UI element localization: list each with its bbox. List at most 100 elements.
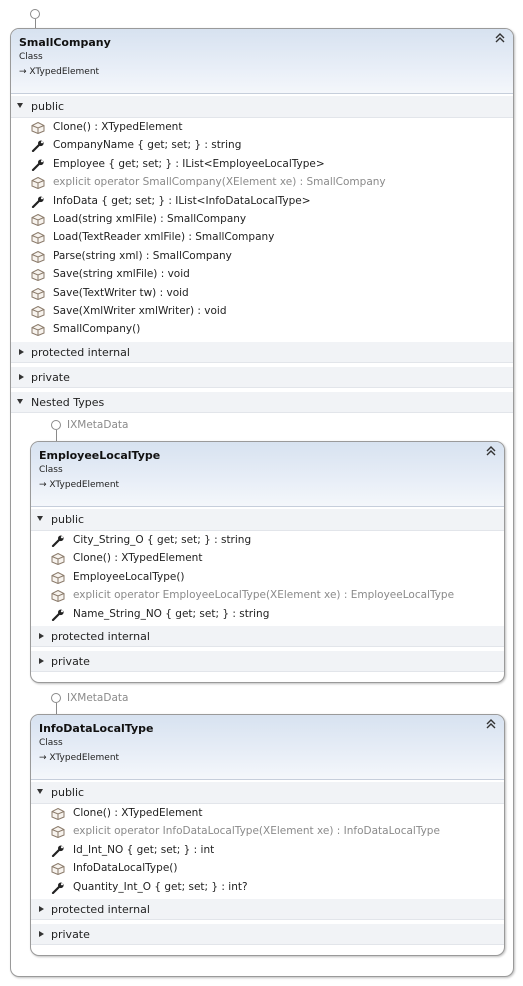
class-shape-employeelocaltype[interactable]: EmployeeLocalType Class → XTypedElement … (30, 441, 505, 683)
class-title: SmallCompany (19, 36, 111, 49)
collapse-icon[interactable] (495, 33, 505, 45)
member-row[interactable]: InfoData { get; set; } : IList<InfoDataL… (11, 193, 513, 211)
collapsed-triangle-icon[interactable] (19, 349, 24, 355)
section-label: protected internal (31, 346, 130, 359)
member-label: Load(TextReader xmlFile) : SmallCompany (53, 231, 275, 244)
class-title: EmployeeLocalType (39, 449, 161, 462)
member-label: Clone() : XTypedElement (73, 807, 203, 819)
section-label: protected internal (51, 903, 150, 916)
section-private[interactable]: private (31, 650, 504, 672)
section-protected-internal[interactable]: protected internal (31, 625, 504, 647)
property-icon (31, 140, 45, 153)
member-row[interactable]: explicit operator EmployeeLocalType(XEle… (31, 587, 504, 605)
class-header[interactable]: EmployeeLocalType Class → XTypedElement (31, 442, 504, 507)
section-private[interactable]: private (31, 923, 504, 945)
method-icon (51, 571, 65, 584)
member-label: CompanyName { get; set; } : string (53, 139, 242, 152)
property-icon (51, 882, 65, 894)
member-row[interactable]: Employee { get; set; } : IList<EmployeeL… (11, 156, 513, 174)
member-label: EmployeeLocalType() (73, 570, 185, 583)
section-label: public (31, 100, 65, 113)
section-protected-internal[interactable]: protected internal (11, 341, 513, 363)
member-row[interactable]: Save(TextWriter tw) : void (11, 285, 513, 303)
member-label: Id_Int_NO { get; set; } : int (73, 843, 215, 856)
class-shape-smallcompany[interactable]: SmallCompany Class → XTypedElement publi… (10, 28, 514, 977)
method-icon (51, 826, 65, 839)
member-row[interactable]: Save(XmlWriter xmlWriter) : void (11, 303, 513, 321)
member-row[interactable]: EmployeeLocalType() (31, 569, 504, 587)
member-row[interactable]: SmallCompany() (11, 321, 513, 339)
section-private[interactable]: private (11, 366, 513, 388)
class-header[interactable]: InfoDataLocalType Class → XTypedElement (31, 715, 504, 780)
member-row[interactable]: Load(string xmlFile) : SmallCompany (11, 211, 513, 229)
base-type: XTypedElement (49, 753, 120, 763)
expanded-triangle-icon[interactable] (17, 103, 23, 108)
member-row[interactable]: Save(string xmlFile) : void (11, 266, 513, 284)
member-row[interactable]: City_String_O { get; set; } : string (31, 532, 504, 550)
member-list: Clone() : XTypedElement explicit operator… (31, 804, 504, 898)
collapsed-triangle-icon[interactable] (39, 906, 44, 912)
interface-circle-icon (51, 693, 61, 703)
expanded-triangle-icon[interactable] (37, 516, 43, 521)
section-nested-types[interactable]: Nested Types (11, 391, 513, 413)
method-icon (31, 213, 45, 226)
member-label: Save(TextWriter tw) : void (53, 286, 189, 299)
property-icon (31, 159, 45, 171)
member-row[interactable]: explicit operator SmallCompany(XElement … (11, 174, 513, 192)
property-icon (51, 535, 65, 548)
property-icon (51, 845, 65, 857)
method-icon (31, 121, 45, 135)
expanded-triangle-icon[interactable] (17, 399, 23, 404)
class-title: InfoDataLocalType (39, 722, 154, 735)
section-public[interactable]: public (31, 509, 504, 531)
base-type: XTypedElement (49, 480, 120, 490)
property-icon (51, 609, 65, 621)
section-protected-internal[interactable]: protected internal (31, 898, 504, 920)
collapsed-triangle-icon[interactable] (39, 931, 44, 937)
section-label: private (51, 928, 90, 941)
member-row[interactable]: Load(TextReader xmlFile) : SmallCompany (11, 229, 513, 247)
nested-types-area: IXMetaData EmployeeLocalType Class → XTy… (11, 413, 513, 976)
member-row[interactable]: Clone() : XTypedElement (11, 119, 513, 137)
class-base: → XTypedElement (39, 753, 119, 763)
collapse-icon[interactable] (486, 719, 496, 731)
member-label: explicit operator EmployeeLocalType(XEle… (73, 589, 455, 602)
collapsed-triangle-icon[interactable] (39, 633, 44, 639)
class-shape-infodatalocaltype[interactable]: InfoDataLocalType Class → XTypedElement … (30, 714, 505, 956)
member-label: Employee { get; set; } : IList<EmployeeL… (53, 157, 325, 170)
member-row[interactable]: InfoDataLocalType() (31, 860, 504, 878)
member-row[interactable]: Clone() : XTypedElement (31, 550, 504, 568)
member-row[interactable]: Name_String_NO { get; set; } : string (31, 606, 504, 624)
expanded-triangle-icon[interactable] (37, 789, 43, 794)
member-row[interactable]: explicit operator InfoDataLocalType(XEle… (31, 823, 504, 841)
member-row[interactable]: Clone() : XTypedElement (31, 805, 504, 823)
member-label: explicit operator SmallCompany(XElement … (53, 176, 386, 189)
section-label: private (31, 371, 70, 384)
member-row[interactable]: Id_Int_NO { get; set; } : int (31, 842, 504, 860)
section-public[interactable]: public (31, 782, 504, 804)
member-label: InfoDataLocalType() (73, 862, 178, 875)
interface-circle-icon (30, 9, 40, 19)
member-row[interactable]: Parse(string xml) : SmallCompany (11, 248, 513, 266)
interface-circle-icon (51, 420, 61, 430)
property-icon (31, 196, 45, 208)
member-label: Quantity_Int_O { get; set; } : int? (73, 880, 248, 893)
collapsed-triangle-icon[interactable] (39, 658, 44, 664)
member-label: SmallCompany() (53, 323, 141, 336)
member-row[interactable]: Quantity_Int_O { get; set; } : int? (31, 879, 504, 897)
member-row[interactable]: CompanyName { get; set; } : string (11, 137, 513, 155)
member-label: Clone() : XTypedElement (53, 121, 183, 133)
class-base: → XTypedElement (19, 67, 99, 77)
method-icon (31, 250, 45, 263)
section-label: Nested Types (31, 396, 105, 409)
member-label: Parse(string xml) : SmallCompany (53, 249, 232, 262)
member-label: explicit operator InfoDataLocalType(XEle… (73, 825, 440, 838)
collapsed-triangle-icon[interactable] (19, 374, 24, 380)
member-label: Save(XmlWriter xmlWriter) : void (53, 304, 227, 317)
class-base: → XTypedElement (39, 480, 119, 490)
section-public[interactable]: public (11, 96, 513, 118)
interface-label: IXMetaData (67, 692, 129, 704)
class-kind: Class (19, 52, 43, 62)
collapse-icon[interactable] (486, 446, 496, 458)
class-header[interactable]: SmallCompany Class → XTypedElement (11, 29, 513, 94)
